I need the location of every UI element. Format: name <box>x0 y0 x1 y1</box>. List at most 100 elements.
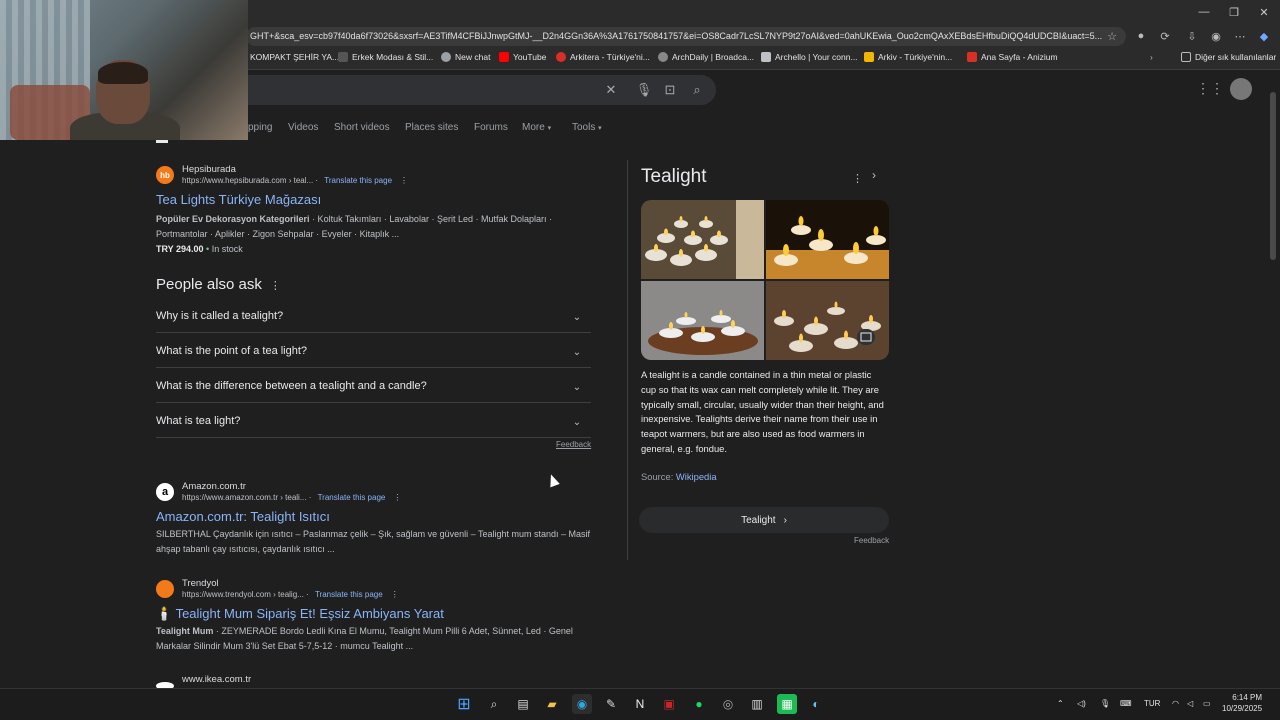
microphone-icon[interactable]: 🎙 <box>1100 699 1110 708</box>
tab-places-sites[interactable]: Places sites <box>405 122 458 133</box>
more-vert-icon[interactable]: ⋮ <box>391 590 399 599</box>
tealight-image[interactable] <box>766 200 889 279</box>
result-site-name[interactable]: www.ikea.com.tr <box>182 674 251 685</box>
profile-icon[interactable]: ◉ <box>1208 28 1224 44</box>
more-vert-icon[interactable]: ⋮ <box>400 176 408 185</box>
bookmark-item[interactable]: Ana Sayfa - Anizium <box>967 52 1058 62</box>
photo-app-icon[interactable]: ▣ <box>659 694 679 714</box>
bookmark-item[interactable]: Erkek Modası & Stil... <box>338 52 433 62</box>
bookmark-item[interactable]: Archello | Your conn... <box>761 52 858 62</box>
battery-icon[interactable]: ▭ <box>1203 699 1211 708</box>
result-title[interactable]: 🕯️ Tealight Mum Sipariş Et! Eşsiz Ambiya… <box>156 606 444 622</box>
tab-shopping[interactable]: pping <box>248 122 272 133</box>
paa-question[interactable]: Why is it called a tealight? ⌄ <box>156 298 591 333</box>
paa-question[interactable]: What is tea light? ⌄ <box>156 403 591 438</box>
windows-start-icon[interactable]: ⊞ <box>454 694 474 714</box>
chevron-right-icon[interactable]: › <box>1150 52 1153 62</box>
paa-feedback-link[interactable]: Feedback <box>556 440 591 449</box>
caret-down-icon: ▾ <box>598 125 602 132</box>
tab-tools[interactable]: Tools ▾ <box>572 122 602 133</box>
tealight-image[interactable] <box>641 281 764 360</box>
apps-grid-icon[interactable]: ⋮⋮ <box>1196 80 1224 96</box>
result-site-name[interactable]: Trendyol <box>182 578 219 589</box>
epic-games-icon[interactable]: ▥ <box>747 694 767 714</box>
search-icon[interactable]: ⌕ <box>484 694 504 714</box>
tealight-image[interactable] <box>766 281 889 360</box>
speaker-icon[interactable]: ◁ <box>1187 699 1193 708</box>
download-icon[interactable]: ⇩ <box>1184 28 1200 44</box>
price: TRY 294.00 <box>156 244 204 254</box>
more-vert-icon[interactable]: ⋮ <box>393 493 401 502</box>
translate-link[interactable]: Translate this page <box>315 590 383 599</box>
tab-more[interactable]: More ▾ <box>522 122 551 133</box>
language-indicator[interactable]: TUR <box>1144 699 1160 708</box>
bookmark-icon <box>967 52 977 62</box>
result-title[interactable]: Tea Lights Türkiye Mağazası <box>156 192 321 207</box>
bookmark-item[interactable]: ArchDaily | Broadca... <box>658 52 754 62</box>
bookmark-icon <box>864 52 874 62</box>
bookmark-item[interactable]: KOMPAKT ŞEHİR YA... <box>236 52 339 62</box>
steam-icon[interactable]: ◐ <box>806 694 826 714</box>
edge-icon[interactable]: ◉ <box>572 694 592 714</box>
search-icon[interactable]: ⌕ <box>689 82 705 98</box>
clear-icon[interactable]: ✕ <box>603 82 619 98</box>
other-bookmarks[interactable]: Diğer sık kullanılanlar <box>1181 52 1276 62</box>
panel-feedback-link[interactable]: Feedback <box>854 536 889 545</box>
microphone-icon[interactable]: 🎙 <box>636 82 653 98</box>
url-field[interactable]: GHT+&sca_esv=cb97f40da6f73026&sxsrf=AE3T… <box>246 27 1126 46</box>
knowledge-panel-description: A tealight is a candle contained in a th… <box>641 369 884 454</box>
translate-link[interactable]: Translate this page <box>318 493 386 502</box>
tab-short-videos[interactable]: Short videos <box>334 122 390 133</box>
wifi-icon[interactable]: ◠ <box>1172 699 1179 708</box>
result-snippet: Popüler Ev Dekorasyon Kategorileri · Kol… <box>156 214 552 254</box>
tab-forums[interactable]: Forums <box>474 122 508 133</box>
system-clock[interactable]: 6:14 PM 10/29/2025 <box>1222 692 1262 714</box>
keyboard-icon[interactable]: ⌨ <box>1120 699 1132 708</box>
result-title[interactable]: Amazon.com.tr: Tealight Isıtıcı <box>156 509 330 524</box>
task-view-icon[interactable]: ▤ <box>513 694 533 714</box>
notion-icon[interactable]: N <box>630 694 650 714</box>
paa-question[interactable]: What is the difference between a tealigh… <box>156 368 591 403</box>
minimize-button[interactable]: — <box>1188 0 1220 24</box>
result-cite: https://www.trendyol.com › tealig... · T… <box>182 590 399 599</box>
bookmark-icon <box>761 52 771 62</box>
more-vert-icon[interactable]: ⋮ <box>852 172 863 185</box>
app-icon[interactable]: ◎ <box>718 694 738 714</box>
chevron-down-icon: ⌄ <box>572 416 582 428</box>
tab-videos[interactable]: Videos <box>288 122 318 133</box>
sheets-icon[interactable]: ▦ <box>777 694 797 714</box>
result-site-name[interactable]: Amazon.com.tr <box>182 481 246 492</box>
dot-icon: • <box>206 244 210 254</box>
chevron-right-icon[interactable]: › <box>872 168 876 182</box>
translate-link[interactable]: Translate this page <box>324 176 392 185</box>
bookmark-item[interactable]: YouTube <box>499 52 546 62</box>
more-vert-icon[interactable]: ⋮ <box>270 280 281 292</box>
volume-icon[interactable]: ◁) <box>1077 699 1086 708</box>
copilot-icon[interactable]: ◆ <box>1256 28 1272 44</box>
active-tab-indicator <box>156 140 168 143</box>
bookmark-icon <box>441 52 451 62</box>
bookmark-item[interactable]: New chat <box>441 52 490 62</box>
menu-dots-icon[interactable]: ⋯ <box>1232 28 1248 44</box>
avatar[interactable] <box>1230 78 1252 100</box>
image-gallery-icon[interactable] <box>857 329 875 345</box>
sticky-notes-icon[interactable]: ✎ <box>601 694 621 714</box>
star-icon[interactable]: ☆ <box>1104 28 1120 44</box>
restore-button[interactable]: ❐ <box>1218 0 1250 24</box>
stock-status: In stock <box>211 244 243 254</box>
spotify-icon[interactable]: ● <box>689 694 709 714</box>
scrollbar-thumb[interactable] <box>1270 92 1276 260</box>
tealight-image[interactable] <box>641 200 764 279</box>
close-window-button[interactable]: ✕ <box>1248 0 1280 24</box>
extension-icon[interactable]: ● <box>1133 28 1149 44</box>
bookmark-item[interactable]: Arkiv - Türkiye'nin... <box>864 52 952 62</box>
result-site-name[interactable]: Hepsiburada <box>182 164 236 175</box>
tealight-entity-button[interactable]: Tealight › <box>639 507 889 533</box>
wikipedia-link[interactable]: Wikipedia <box>676 471 717 482</box>
bookmark-item[interactable]: Arkitera - Türkiye'ni... <box>556 52 650 62</box>
file-explorer-icon[interactable]: ▰ <box>542 694 562 714</box>
paa-question[interactable]: What is the point of a tea light? ⌄ <box>156 333 591 368</box>
chevron-up-icon[interactable]: ⌃ <box>1057 699 1064 708</box>
refresh-icon[interactable]: ⟳ <box>1157 28 1173 44</box>
lens-icon[interactable]: ⊡ <box>662 82 678 98</box>
